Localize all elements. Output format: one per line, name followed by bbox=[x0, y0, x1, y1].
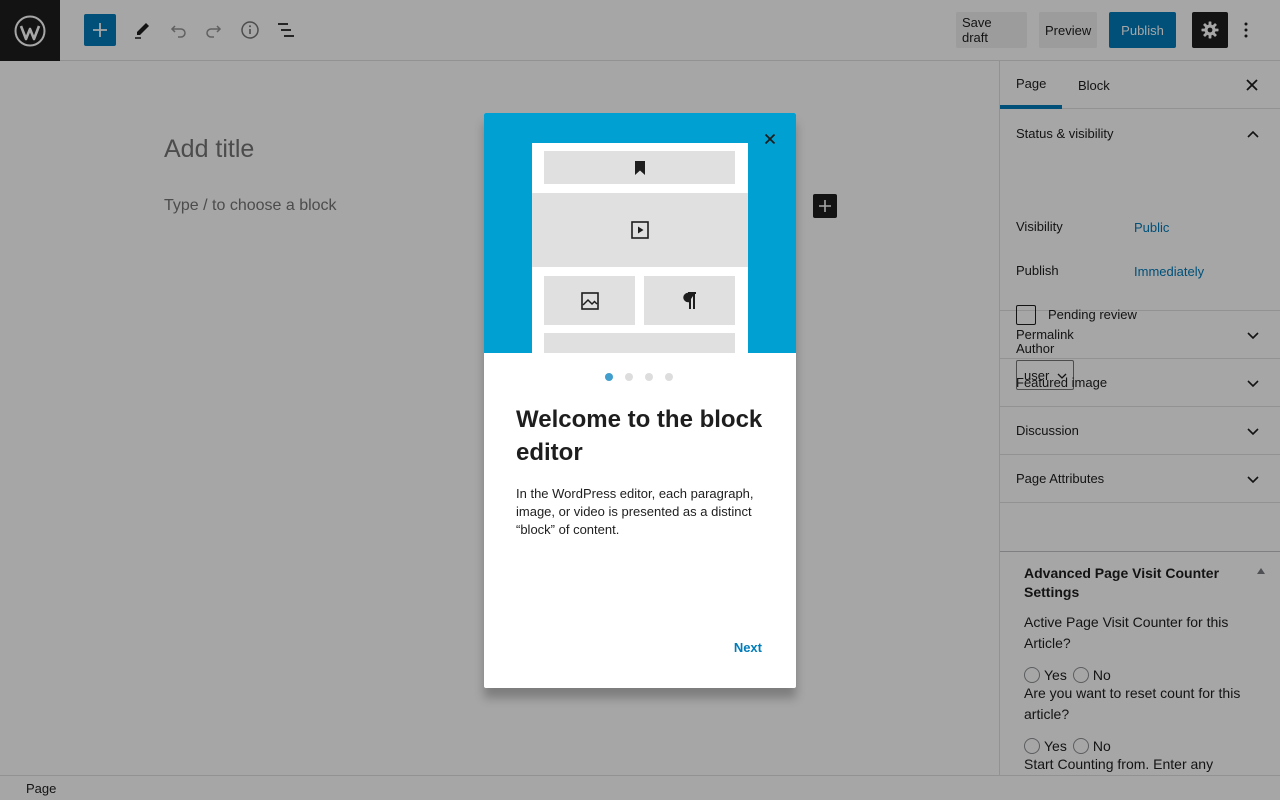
bookmark-icon bbox=[634, 160, 645, 175]
page-dot[interactable] bbox=[665, 373, 673, 381]
close-icon bbox=[764, 133, 776, 145]
illustration-bar bbox=[544, 333, 735, 353]
page-dot[interactable] bbox=[605, 373, 613, 381]
illustration-paragraph-block bbox=[644, 276, 735, 325]
illustration-bar bbox=[544, 151, 735, 184]
page-dot[interactable] bbox=[625, 373, 633, 381]
illustration-card bbox=[532, 143, 748, 353]
welcome-guide-modal: Welcome to the block editor In the WordP… bbox=[484, 113, 796, 688]
page-dot[interactable] bbox=[645, 373, 653, 381]
illustration-video-block bbox=[532, 193, 748, 267]
close-guide-button[interactable] bbox=[758, 127, 782, 151]
video-icon bbox=[631, 221, 649, 239]
illustration-image-block bbox=[544, 276, 635, 325]
guide-body-text: In the WordPress editor, each paragraph,… bbox=[516, 486, 754, 537]
image-icon bbox=[580, 291, 599, 310]
guide-illustration bbox=[484, 113, 796, 353]
paragraph-icon bbox=[682, 291, 696, 309]
guide-title: Welcome to the block editor bbox=[516, 406, 763, 466]
next-button[interactable]: Next bbox=[734, 640, 762, 655]
guide-page-indicator bbox=[605, 373, 673, 381]
